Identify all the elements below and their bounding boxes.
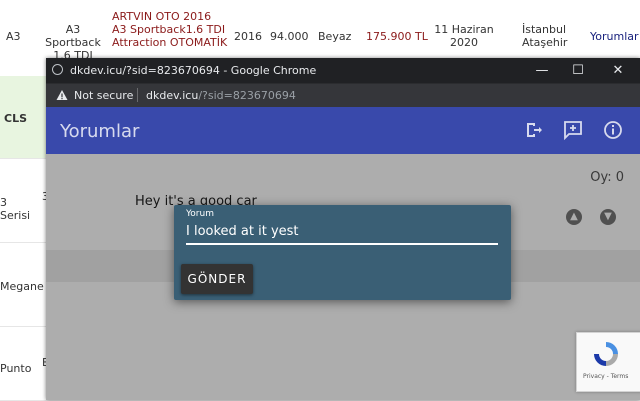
cell-model: CLS [4, 112, 28, 125]
cell-model: Punto [0, 362, 32, 375]
page-title: Yorumlar [60, 121, 140, 142]
cell-price: 175.900 TL [366, 30, 428, 43]
url-divider [137, 88, 138, 102]
not-secure-label[interactable]: Not secure [74, 89, 133, 102]
comment-field-label: Yorum [186, 209, 214, 219]
recaptcha-icon [594, 342, 618, 366]
address-bar[interactable]: Not secure dkdev.icu/?sid=823670694 [46, 83, 640, 107]
cell-model: A3 [6, 30, 21, 43]
maximize-button[interactable]: ☐ [560, 58, 596, 83]
comment-dialog: Yorum GÖNDER [174, 205, 511, 300]
cell-location: İstanbul Ataşehir [522, 23, 568, 49]
cell-model: Megane [0, 280, 44, 293]
close-window-button[interactable]: ✕ [600, 58, 636, 83]
recaptcha-links[interactable]: Privacy - Terms [583, 373, 628, 380]
input-underline [186, 243, 498, 245]
minimize-button[interactable]: — [524, 58, 560, 83]
url-domain: dkdev.icu [146, 89, 199, 102]
cell-date: 11 Haziran 2020 [434, 23, 494, 49]
cell-series: A3 Sportback 1.6 TDI [45, 23, 101, 62]
globe-icon [52, 64, 63, 75]
cell-color: Beyaz [318, 30, 352, 43]
recaptcha-badge[interactable]: Privacy - Terms [576, 332, 640, 392]
add-comment-icon[interactable] [563, 120, 583, 140]
window-title: dkdev.icu/?sid=823670694 - Google Chrome [70, 64, 317, 77]
cell-model: 3 Serisi [0, 196, 31, 222]
comment-input[interactable] [186, 219, 498, 243]
url-path: /?sid=823670694 [198, 89, 296, 102]
chrome-popup-window: dkdev.icu/?sid=823670694 - Google Chrome… [46, 58, 640, 400]
warning-icon [56, 90, 68, 100]
cell-km: 94.000 [270, 30, 309, 43]
url-text[interactable]: dkdev.icu/?sid=823670694 [146, 89, 296, 102]
logout-icon[interactable] [524, 120, 544, 140]
cell-comments-link[interactable]: Yorumlar [590, 30, 639, 43]
window-titlebar[interactable]: dkdev.icu/?sid=823670694 - Google Chrome… [46, 58, 640, 83]
app-bar: Yorumlar [46, 107, 640, 154]
send-button[interactable]: GÖNDER [181, 264, 253, 294]
cell-listing-title[interactable]: ARTVIN OTO 2016 A3 Sportback1.6 TDI Attr… [112, 10, 228, 49]
cell-year: 2016 [234, 30, 262, 43]
info-icon[interactable] [603, 120, 623, 140]
